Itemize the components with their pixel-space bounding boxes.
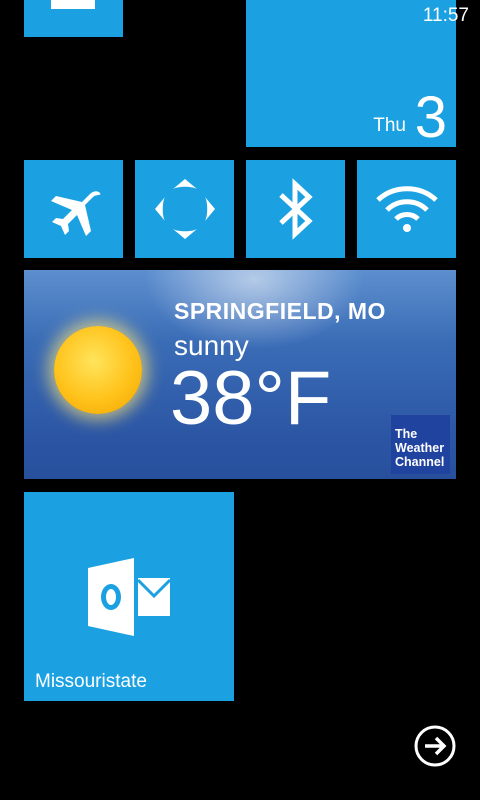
calendar-date: 3 — [414, 85, 447, 150]
bluetooth-tile[interactable] — [246, 160, 345, 258]
status-time: 11:57 — [422, 5, 469, 26]
tile-partial-top[interactable] — [24, 0, 123, 37]
airplane-mode-tile[interactable] — [24, 160, 123, 258]
weather-tile[interactable]: SPRINGFIELD, MO sunny 38°F The Weather C… — [24, 270, 456, 479]
weather-logo-line: Channel — [395, 455, 445, 469]
weather-channel-logo: The Weather Channel — [391, 415, 450, 474]
weather-logo-line: Weather — [395, 441, 445, 455]
airplane-icon — [50, 191, 100, 236]
sun-icon — [54, 326, 142, 414]
weather-temperature: 38°F — [170, 356, 332, 441]
bluetooth-icon — [278, 178, 313, 240]
wifi-icon — [375, 186, 438, 232]
all-apps-arrow-button[interactable] — [414, 725, 456, 767]
calendar-day: Thu — [373, 115, 406, 136]
wifi-tile[interactable] — [357, 160, 456, 258]
outlook-icon — [88, 558, 172, 636]
rotation-lock-icon — [154, 179, 215, 239]
start-screen: 11:57 Thu 3 SPRINGFIELD, MO sunny 38°F T… — [0, 0, 480, 800]
outlook-account-label: Missouristate — [35, 671, 147, 692]
outlook-mail-tile[interactable]: Missouristate — [24, 492, 234, 701]
weather-logo-line: The — [395, 427, 418, 441]
arrow-right-circle-icon — [414, 725, 456, 767]
tile-glyph-icon — [51, 0, 95, 9]
weather-city: SPRINGFIELD, MO — [174, 298, 386, 324]
rotation-lock-tile[interactable] — [135, 160, 234, 258]
